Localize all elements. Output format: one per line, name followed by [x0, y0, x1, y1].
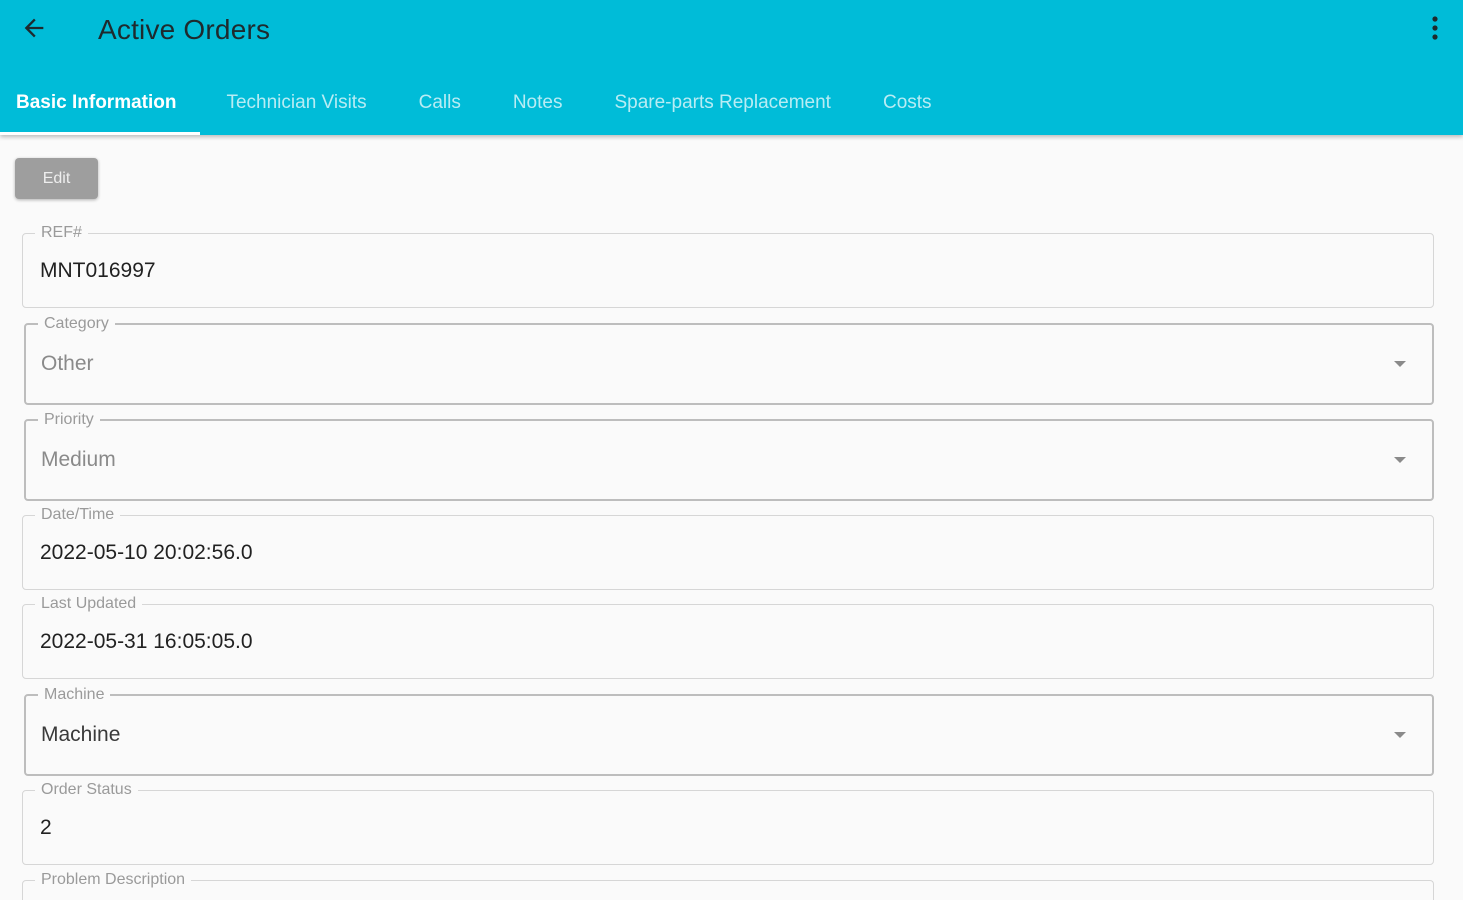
tab-basic-information[interactable]: Basic Information — [0, 70, 201, 135]
tab-label: Basic Information — [16, 91, 177, 113]
category-select[interactable]: Category Other — [24, 314, 1434, 405]
more-options-button[interactable] — [1420, 12, 1450, 48]
machine-select[interactable]: Machine Machine — [24, 685, 1434, 776]
edit-button[interactable]: Edit — [15, 158, 98, 199]
tab-label: Calls — [418, 91, 461, 113]
datetime-value: 2022-05-10 20:02:56.0 — [40, 541, 253, 564]
back-button[interactable] — [14, 12, 54, 48]
machine-value: Machine — [41, 723, 121, 746]
app-bar: Active Orders Basic Information Technici… — [0, 0, 1463, 135]
machine-label: Machine — [38, 685, 111, 705]
tab-label: Spare-parts Replacement — [614, 91, 831, 113]
page-title: Active Orders — [98, 14, 271, 45]
category-label: Category — [38, 314, 115, 334]
priority-value: Medium — [41, 448, 116, 471]
dropdown-arrow-icon[interactable] — [1394, 457, 1406, 463]
tab-label: Technician Visits — [226, 91, 367, 113]
problem-description-label: Problem Description — [35, 870, 192, 890]
datetime-field[interactable]: Date/Time 2022-05-10 20:02:56.0 — [22, 505, 1434, 590]
tab-bar: Basic Information Technician Visits Call… — [0, 70, 958, 135]
tab-label: Costs — [882, 91, 932, 113]
last-updated-value: 2022-05-31 16:05:05.0 — [40, 630, 253, 653]
tab-notes[interactable]: Notes — [487, 70, 589, 135]
last-updated-label: Last Updated — [35, 594, 143, 614]
priority-select[interactable]: Priority Medium — [24, 410, 1434, 501]
ref-label: REF# — [35, 223, 88, 243]
order-status-value: 2 — [40, 816, 52, 839]
tab-label: Notes — [512, 91, 563, 113]
problem-description-field[interactable]: Problem Description — [22, 870, 1434, 900]
datetime-label: Date/Time — [35, 505, 121, 525]
tab-calls[interactable]: Calls — [393, 70, 487, 135]
tab-costs[interactable]: Costs — [857, 70, 958, 135]
category-value: Other — [41, 352, 94, 375]
order-status-label: Order Status — [35, 780, 138, 800]
ref-value: MNT016997 — [40, 259, 156, 282]
arrow-left-icon — [20, 14, 48, 47]
more-vert-icon — [1431, 15, 1439, 46]
last-updated-field[interactable]: Last Updated 2022-05-31 16:05:05.0 — [22, 594, 1434, 679]
dropdown-arrow-icon[interactable] — [1394, 361, 1406, 367]
ref-field[interactable]: REF# MNT016997 — [22, 223, 1434, 308]
dropdown-arrow-icon[interactable] — [1394, 732, 1406, 738]
tab-technician-visits[interactable]: Technician Visits — [200, 70, 392, 135]
priority-label: Priority — [38, 410, 100, 430]
order-status-field[interactable]: Order Status 2 — [22, 780, 1434, 865]
tab-spare-parts-replacement[interactable]: Spare-parts Replacement — [588, 70, 857, 135]
